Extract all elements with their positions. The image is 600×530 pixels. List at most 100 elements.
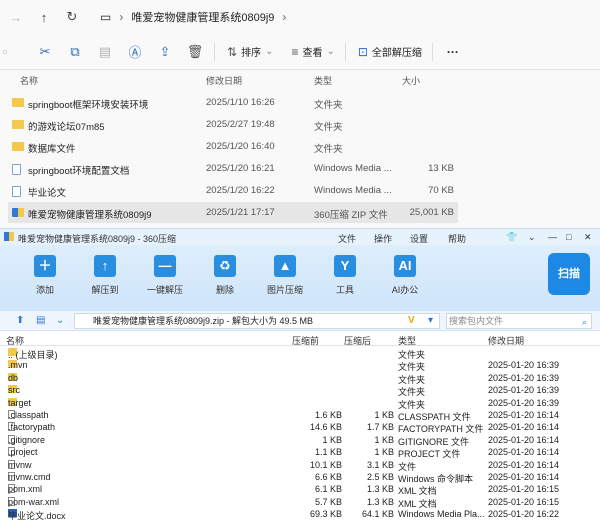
refresh-icon[interactable]: ↻ bbox=[58, 9, 86, 25]
add-button[interactable]: ＋ 添加 bbox=[15, 255, 75, 296]
new-icon[interactable]: ▫ bbox=[0, 44, 10, 59]
file-explorer: → ↑ ↻ ▭ › 唯爱宠物健康管理系统0809j9 › ▫ ✂ ⧉ ▤ Ⓐ ⇪… bbox=[0, 0, 600, 228]
archive-row[interactable]: .gitignore 1 KB 1 KB GITIGNORE 文件 2025-01-20… bbox=[0, 434, 600, 447]
file-type: 文件夹 bbox=[314, 144, 343, 155]
archive-name: .mvn bbox=[8, 360, 28, 371]
col-name[interactable]: 名称 bbox=[20, 74, 38, 87]
command-bar: ▫ ✂ ⧉ ▤ Ⓐ ⇪ 🗑 ⇅ 排序 ⌄ ≡ 查看 ⌄ ⊡ 全部解压缩 ··· bbox=[0, 34, 600, 70]
ai-office-button[interactable]: AI AI办公 bbox=[375, 255, 435, 296]
delete-icon[interactable]: 🗑 bbox=[180, 44, 210, 60]
window-title: 唯爱宠物健康管理系统0809j9 - 360压缩 bbox=[18, 234, 177, 244]
col-type[interactable]: 类型 bbox=[398, 334, 416, 347]
search-input[interactable]: 搜索包内文件 ⌕ bbox=[446, 313, 592, 329]
chevron-down-icon[interactable]: ▾ bbox=[428, 315, 433, 326]
col-name[interactable]: 名称 bbox=[6, 334, 24, 347]
more-button[interactable]: ··· bbox=[447, 45, 459, 59]
col-modified[interactable]: 修改日期 bbox=[206, 74, 242, 87]
col-size[interactable]: 大小 bbox=[402, 74, 420, 87]
archive-row[interactable]: .mvn 文件夹 2025-01-20 16:39 bbox=[0, 359, 600, 372]
archive-row[interactable]: .classpath 1.6 KB 1 KB CLASSPATH 文件 2025-01-… bbox=[0, 409, 600, 422]
divider bbox=[431, 42, 433, 61]
col-type[interactable]: 类型 bbox=[314, 74, 332, 87]
archive-modified: 2025-01-20 16:39 bbox=[488, 372, 560, 383]
scan-button[interactable]: 扫描 bbox=[548, 253, 590, 295]
archive-modified: 2025-01-20 16:14 bbox=[488, 472, 560, 482]
file-row[interactable]: 毕业论文 2025/1/20 16:22 Windows Media ... 70 K… bbox=[8, 180, 458, 201]
menu-settings[interactable]: 设置 bbox=[410, 232, 428, 245]
one-click-extract-button[interactable]: — 一键解压 bbox=[135, 255, 195, 296]
ribbon: ＋ 添加 ↑ 解压到 — 一键解压 ♻ 删除 ▲ 图片压缩 Y 工具 AI AI办公 扫描 bbox=[0, 245, 600, 311]
list-view-icon[interactable]: ▤ bbox=[36, 315, 45, 326]
file-modified: 2025/2/27 19:48 bbox=[206, 119, 275, 130]
archive-name: pom-war.xml bbox=[8, 496, 60, 507]
breadcrumb-item[interactable]: 唯爱宠物健康管理系统0809j9 bbox=[131, 9, 274, 25]
share-icon[interactable]: ⇪ bbox=[150, 44, 180, 60]
view-label: 查看 bbox=[302, 48, 323, 59]
sort-label: 排序 bbox=[241, 48, 262, 59]
minimize-icon[interactable]: — bbox=[548, 232, 557, 242]
up-arrow-icon[interactable]: ↑ bbox=[30, 10, 58, 25]
title-bar: 唯爱宠物健康管理系统0809j9 - 360压缩 文件 操作 设置 帮助 👕 ⌄… bbox=[0, 229, 600, 245]
col-modified[interactable]: 修改日期 bbox=[488, 334, 524, 347]
col-after[interactable]: 压缩后 bbox=[344, 334, 371, 347]
copy-icon[interactable]: ⧉ bbox=[60, 44, 90, 60]
search-icon[interactable]: ⌕ bbox=[582, 315, 587, 329]
app-icon bbox=[4, 232, 14, 241]
archive-modified: 2025-01-20 16:15 bbox=[488, 484, 560, 495]
archive-row[interactable]: .factorypath 14.6 KB 1.7 KB FACTORYPATH 文件 2… bbox=[0, 421, 600, 434]
archive-row[interactable]: src 文件夹 2025-01-20 16:39 bbox=[0, 384, 600, 397]
extract-all-button[interactable]: ⊡ 全部解压缩 bbox=[358, 44, 422, 60]
skin-icon[interactable]: 👕 bbox=[506, 232, 517, 243]
archive-row[interactable]: pom.xml 6.1 KB 1.3 KB XML 文档 2025-01-20 16:1… bbox=[0, 483, 600, 496]
menu-file[interactable]: 文件 bbox=[338, 232, 356, 245]
delete-button[interactable]: ♻ 删除 bbox=[195, 255, 255, 296]
file-size: 25,001 KB bbox=[409, 207, 454, 218]
archive-row[interactable]: 毕业论文.docx 69.3 KB 64.1 KB Windows Media Pla… bbox=[0, 508, 600, 521]
archive-row[interactable]: .. (上级目录) 文件夹 bbox=[0, 347, 600, 360]
extract-to-button[interactable]: ↑ 解压到 bbox=[75, 255, 135, 296]
address-bar: → ↑ ↻ ▭ › 唯爱宠物健康管理系统0809j9 › bbox=[0, 0, 600, 34]
archive-before: 14.6 KB bbox=[309, 422, 342, 433]
menu-help[interactable]: 帮助 bbox=[448, 232, 466, 245]
col-before[interactable]: 压缩前 bbox=[292, 334, 319, 347]
file-row[interactable]: 的游戏论坛07m85 2025/2/27 19:48 文件夹 bbox=[8, 114, 458, 135]
watermark: CSDN @zhihao501 bbox=[517, 517, 596, 527]
chevron-right-icon[interactable]: › bbox=[282, 10, 286, 24]
sort-button[interactable]: ⇅ 排序 ⌄ bbox=[227, 44, 274, 60]
archive-row[interactable]: pom-war.xml 5.7 KB 1.3 KB XML 文档 2025-01-20 … bbox=[0, 496, 600, 509]
archive-name: mvnw.cmd bbox=[8, 472, 51, 482]
forward-icon[interactable]: → bbox=[2, 10, 30, 25]
close-icon[interactable]: ✕ bbox=[584, 232, 592, 243]
dropdown-icon[interactable]: ⌄ bbox=[56, 315, 64, 326]
up-arrow-icon[interactable]: ⬆ bbox=[16, 315, 24, 326]
paste-icon[interactable]: ▤ bbox=[90, 44, 120, 60]
chevron-down-icon: ⌄ bbox=[265, 46, 274, 57]
cut-icon[interactable]: ✂ bbox=[30, 44, 60, 60]
archive-row[interactable]: db 文件夹 2025-01-20 16:39 bbox=[0, 372, 600, 385]
folder-icon bbox=[12, 98, 24, 107]
archive-row[interactable]: mvnw.cmd 6.6 KB 2.5 KB Windows 命令脚本 2025-01-… bbox=[0, 471, 600, 484]
menu-operate[interactable]: 操作 bbox=[374, 232, 392, 245]
file-name: 数据库文件 bbox=[28, 144, 76, 155]
tools-button[interactable]: Y 工具 bbox=[315, 255, 375, 296]
archive-modified: 2025-01-20 16:14 bbox=[488, 447, 560, 458]
view-button[interactable]: ≡ 查看 ⌄ bbox=[291, 44, 334, 60]
sort-icon: ⇅ bbox=[227, 44, 238, 59]
image-compress-button[interactable]: ▲ 图片压缩 bbox=[255, 255, 315, 296]
archive-row[interactable]: mvnw 10.1 KB 3.1 KB 文件 2025-01-20 16:14 bbox=[0, 459, 600, 472]
file-row[interactable]: 唯爱宠物健康管理系统0809j9 2025/1/21 17:17 360压缩 ZIP… bbox=[8, 202, 458, 223]
file-row[interactable]: 数据库文件 2025/1/20 16:40 文件夹 bbox=[8, 136, 458, 157]
zip-window: 唯爱宠物健康管理系统0809j9 - 360压缩 文件 操作 设置 帮助 👕 ⌄… bbox=[0, 228, 600, 530]
archive-row[interactable]: .project 1.1 KB 1 KB PROJECT 文件 2025-01-20 1… bbox=[0, 446, 600, 459]
archive-row[interactable]: target 文件夹 2025-01-20 16:39 bbox=[0, 397, 600, 410]
archive-path[interactable]: 唯爱宠物健康管理系统0809j9.zip - 解包大小为 49.5 MB bbox=[74, 313, 440, 329]
rename-icon[interactable]: Ⓐ bbox=[120, 42, 150, 61]
archive-modified: 2025-01-20 16:14 bbox=[488, 459, 560, 470]
file-row[interactable]: springboot环境配置文档 2025/1/20 16:21 Windows M… bbox=[8, 158, 458, 179]
dropdown-icon[interactable]: ⌄ bbox=[528, 232, 536, 243]
file-type: 文件夹 bbox=[314, 100, 343, 111]
ai-office-label: AI办公 bbox=[391, 285, 419, 295]
archive-before: 1.1 KB bbox=[314, 447, 342, 458]
maximize-icon[interactable]: □ bbox=[566, 232, 571, 242]
file-row[interactable]: springboot框架环境安装环境 2025/1/10 16:26 文件夹 bbox=[8, 92, 458, 113]
